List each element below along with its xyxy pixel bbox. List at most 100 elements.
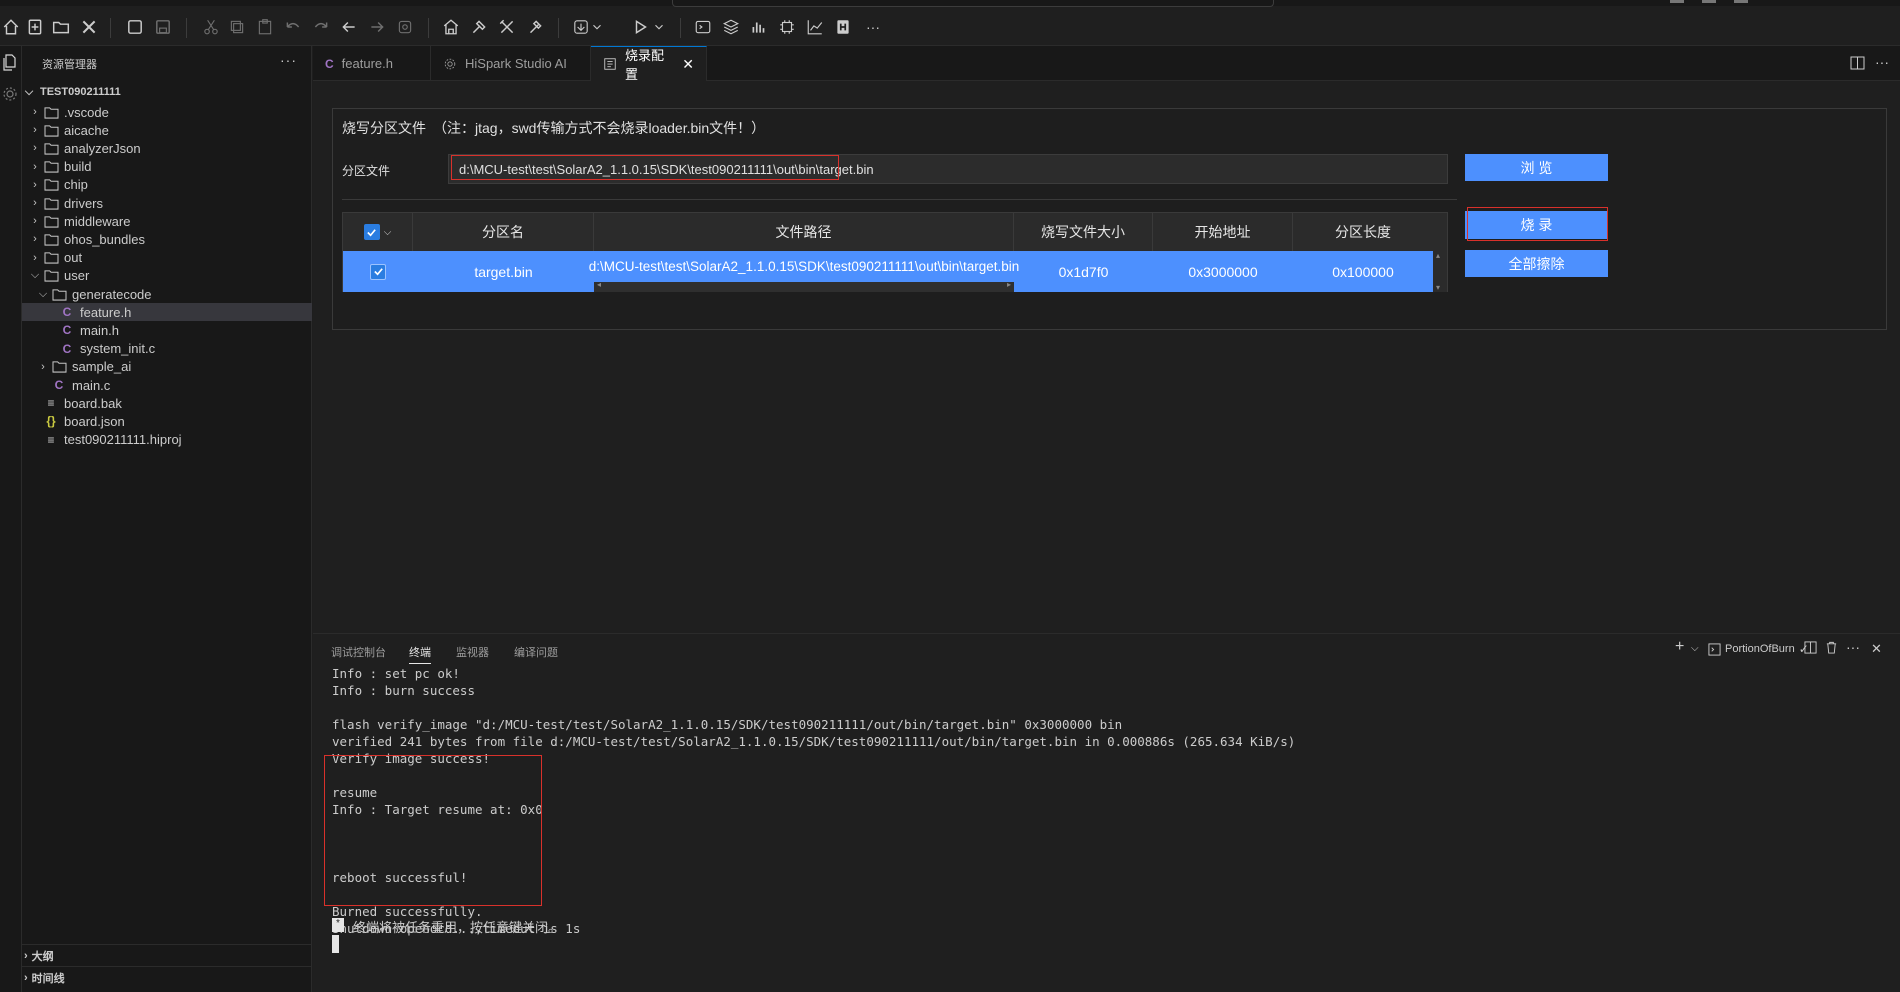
window-control-icon[interactable] <box>1734 0 1748 3</box>
table-row[interactable]: target.bin d:\MCU-test\test\SolarA2_1.1.… <box>343 251 1433 292</box>
undo-icon[interactable] <box>282 16 304 38</box>
more-actions-icon[interactable]: ··· <box>862 16 884 38</box>
hispark-logo-icon[interactable] <box>832 16 854 38</box>
split-terminal-icon[interactable] <box>1804 641 1817 657</box>
panel-more-icon[interactable]: ··· <box>1846 639 1860 655</box>
close-panel-icon[interactable]: ✕ <box>1871 641 1882 657</box>
tools-icon[interactable] <box>78 16 100 38</box>
tree-folder[interactable]: › analyzerJson <box>22 139 312 157</box>
back-arrow-icon[interactable] <box>338 16 360 38</box>
window-control-icon[interactable] <box>1702 0 1716 3</box>
editor-more-icon[interactable]: ··· <box>1875 54 1889 70</box>
scroll-up-icon[interactable]: ▴ <box>1436 251 1440 260</box>
command-center-box[interactable] <box>672 0 1274 7</box>
download-icon[interactable] <box>570 16 592 38</box>
window-control-icon[interactable] <box>1670 0 1684 3</box>
tab-feature-h[interactable]: C feature.h <box>313 46 431 81</box>
browse-button[interactable]: 浏 览 <box>1465 154 1608 181</box>
split-editor-icon[interactable] <box>1850 56 1866 70</box>
tree-item-label: main.c <box>72 377 111 393</box>
tab-monitor[interactable]: 监视器 <box>456 644 489 660</box>
tab-hispark-studio-ai[interactable]: HiSpark Studio AI <box>431 46 591 81</box>
debug-run-icon[interactable] <box>630 16 652 38</box>
tree-item-label: user <box>64 268 90 284</box>
scroll-down-icon[interactable]: ▾ <box>1436 283 1440 292</box>
select-all-checkbox[interactable] <box>363 224 380 240</box>
build-house-icon[interactable] <box>440 16 462 38</box>
row-burn-size: 0x1d7f0 <box>1058 263 1109 280</box>
locate-icon[interactable] <box>394 16 416 38</box>
vertical-scrollbar[interactable]: ▴ ▾ <box>1433 251 1447 292</box>
hammer-icon[interactable] <box>468 16 490 38</box>
header-partition-length[interactable]: 分区长度 <box>1293 213 1433 251</box>
tree-file[interactable]: Csystem_init.c <box>22 340 312 358</box>
terminal-selector[interactable]: PortionOfBurn ✓ <box>1708 642 1809 656</box>
clean-icon[interactable] <box>524 16 546 38</box>
timeline-section[interactable]: › 时间线 <box>22 966 312 988</box>
outline-section[interactable]: › 大纲 <box>22 944 312 966</box>
tree-file[interactable]: Cmain.c <box>22 376 312 394</box>
chevron-down-icon[interactable] <box>652 16 666 38</box>
save-icon[interactable] <box>124 16 146 38</box>
chart-bars-icon[interactable] <box>748 16 770 38</box>
folder-icon <box>42 196 60 210</box>
tab-terminal[interactable]: 终端 <box>409 644 431 664</box>
home-icon[interactable] <box>0 16 22 38</box>
tree-folder[interactable]: › aicache <box>22 121 312 139</box>
project-root[interactable]: ⌵ TEST090211111 <box>22 81 312 103</box>
copy-icon[interactable] <box>226 16 248 38</box>
tree-folder[interactable]: ⌵ user <box>22 267 312 285</box>
header-burn-size[interactable]: 烧写文件大小 <box>1014 213 1153 251</box>
tree-folder[interactable]: › build <box>22 158 312 176</box>
scroll-right-icon[interactable]: ▸ <box>1007 280 1011 289</box>
paste-icon[interactable] <box>254 16 276 38</box>
tree-folder[interactable]: ⌵ generatecode <box>22 285 312 303</box>
explorer-more-icon[interactable]: ··· <box>280 52 297 68</box>
trend-chart-icon[interactable] <box>804 16 826 38</box>
save-all-icon[interactable] <box>152 16 174 38</box>
select-all-header[interactable]: ⌵ <box>343 213 413 251</box>
tree-folder[interactable]: › out <box>22 249 312 267</box>
row-checkbox-cell[interactable] <box>343 251 413 292</box>
tree-file[interactable]: Cfeature.h <box>22 303 312 322</box>
chevron-right-icon: › <box>24 949 28 962</box>
tree-folder[interactable]: › drivers <box>22 194 312 212</box>
settings-gear-icon[interactable] <box>2 86 18 102</box>
chevron-down-icon[interactable] <box>590 16 604 38</box>
scroll-left-icon[interactable]: ◂ <box>597 280 601 289</box>
forward-arrow-icon[interactable] <box>366 16 388 38</box>
explorer-icon[interactable] <box>2 54 18 72</box>
terminal-icon[interactable] <box>692 16 714 38</box>
tree-file[interactable]: Cmain.h <box>22 321 312 339</box>
chevron-down-icon[interactable]: ⌵ <box>384 227 392 238</box>
header-file-path[interactable]: 文件路径 <box>594 213 1014 251</box>
tree-file[interactable]: ≡ board.bak <box>22 394 312 412</box>
horizontal-scrollbar[interactable]: ◂ ▸ <box>594 280 1014 292</box>
close-tab-icon[interactable]: ✕ <box>682 56 694 73</box>
erase-all-button[interactable]: 全部擦除 <box>1465 250 1608 277</box>
header-start-address[interactable]: 开始地址 <box>1153 213 1293 251</box>
tree-folder[interactable]: › middleware <box>22 212 312 230</box>
tab-debug-console[interactable]: 调试控制台 <box>331 644 386 660</box>
tree-folder[interactable]: › ohos_bundles <box>22 230 312 248</box>
tree-file[interactable]: ≡ test090211111.hiproj <box>22 431 312 449</box>
chip-icon[interactable] <box>776 16 798 38</box>
header-partition-name[interactable]: 分区名 <box>413 213 594 251</box>
layers-icon[interactable] <box>720 16 742 38</box>
tree-folder[interactable]: › chip <box>22 176 312 194</box>
row-checkbox[interactable] <box>370 263 386 280</box>
add-terminal-icon[interactable]: + <box>1675 638 1684 656</box>
trash-icon[interactable] <box>1825 641 1838 657</box>
open-folder-icon[interactable] <box>50 16 72 38</box>
cut-icon[interactable] <box>200 16 222 38</box>
tree-folder[interactable]: › sample_ai <box>22 358 312 376</box>
tree-file[interactable]: {} board.json <box>22 412 312 430</box>
rebuild-icon[interactable] <box>496 16 518 38</box>
c-file-icon: C <box>62 305 72 320</box>
tab-build-problems[interactable]: 编译问题 <box>514 644 558 660</box>
tab-burn-config[interactable]: 烧录配置 ✕ <box>591 46 707 82</box>
chevron-down-icon[interactable]: ⌵ <box>1691 643 1699 654</box>
tree-folder[interactable]: › .vscode <box>22 103 312 121</box>
new-file-icon[interactable] <box>24 16 46 38</box>
redo-icon[interactable] <box>310 16 332 38</box>
